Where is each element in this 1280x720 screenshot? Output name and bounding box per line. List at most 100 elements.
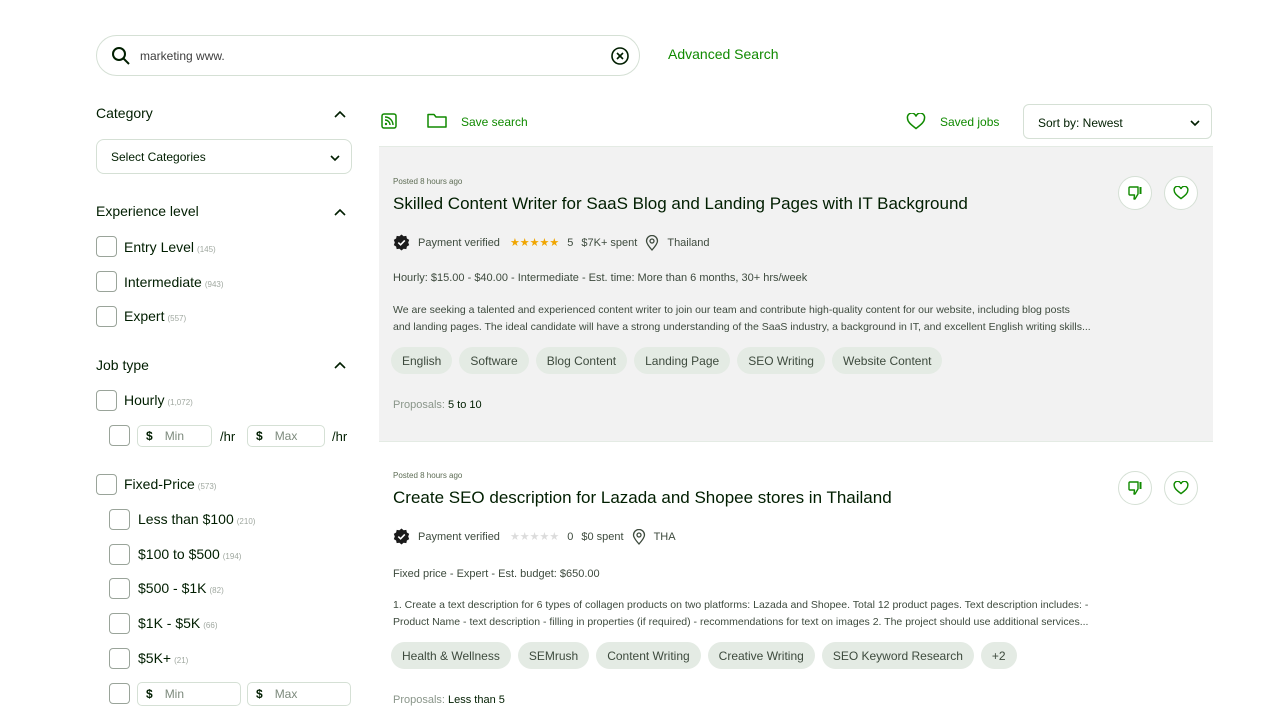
option-label: Entry Level [124,239,195,255]
option-count: (210) [236,517,256,526]
save-job-button[interactable] [1164,176,1198,210]
option-label: $100 to $500 [138,546,220,562]
category-select-label: Select Categories [111,150,206,164]
chevron-up-icon[interactable] [333,108,347,122]
fixed-range-option: $5K+ (21) [138,650,188,666]
per-hour-label: /hr [220,429,236,444]
category-select[interactable]: Select Categories [96,139,352,174]
folder-icon[interactable] [427,113,447,129]
currency-label: $ [256,429,263,443]
thumbs-down-icon [1128,481,1142,495]
more-skills-tag[interactable]: +2 [980,642,1017,669]
fixed-range-option: $500 - $1K (82) [138,580,224,596]
saved-jobs-link[interactable]: Saved jobs [940,115,999,129]
option-label: Intermediate [124,274,202,290]
option-label: $5K+ [138,650,172,666]
client-spent: $7K+ spent [581,236,638,249]
fixed-price-option: Fixed-Price (573) [124,476,216,492]
save-job-button[interactable] [1164,471,1198,505]
advanced-search-link[interactable]: Advanced Search [668,46,779,62]
entry-level-checkbox[interactable] [96,236,117,257]
1k-to-5k-checkbox[interactable] [109,613,130,634]
description-line: We are seeking a talented and experience… [393,304,1070,316]
fixed-range-option: $1K - $5K (66) [138,615,218,631]
fixed-max-input[interactable]: $ Max [247,682,351,706]
proposals-value: 5 to 10 [447,399,482,411]
skill-tag[interactable]: SEMrush [517,642,590,669]
currency-label: $ [256,687,263,701]
hourly-option: Hourly (1,072) [124,392,193,408]
client-location: THA [653,530,676,543]
rating-stars: ★★★★★ [509,531,560,543]
save-search-button[interactable]: Save search [461,115,528,129]
payment-verified-label: Payment verified [418,530,500,543]
job-description[interactable]: 1. Create a text description for 6 types… [393,597,1199,631]
option-label: Hourly [124,392,165,408]
search-input[interactable]: marketing www. [140,49,639,63]
5k-plus-checkbox[interactable] [109,648,130,669]
entry-level-option: Entry Level (145) [124,239,216,255]
option-count: (1,072) [167,398,193,407]
chevron-up-icon[interactable] [333,359,347,373]
expert-option: Expert (557) [124,308,186,324]
job-card[interactable]: Posted 8 hours ago Create SEO descriptio… [379,443,1213,720]
fixed-min-input[interactable]: $ Min [137,682,241,706]
option-count: (21) [174,656,189,665]
100-to-500-checkbox[interactable] [109,544,130,565]
skill-tag[interactable]: Website Content [831,347,943,374]
skill-tag[interactable]: Landing Page [634,347,731,374]
skill-tag[interactable]: Health & Wellness [391,642,511,669]
hourly-max-input[interactable]: $ Max [247,425,325,447]
chevron-down-icon [1190,120,1200,127]
option-count: (194) [222,552,242,561]
expert-checkbox[interactable] [96,306,117,327]
option-count: (145) [197,245,216,254]
skill-tag[interactable]: Creative Writing [707,642,815,669]
category-heading: Category [96,105,153,121]
client-location: Thailand [667,236,710,249]
chevron-up-icon[interactable] [333,206,347,220]
option-count: (943) [204,280,224,289]
clear-search-icon[interactable] [610,46,630,66]
hourly-checkbox[interactable] [96,390,117,411]
option-label: Less than $100 [138,511,234,527]
skill-tag[interactable]: Software [459,347,529,374]
proposals-count: Proposals: Less than 5 [393,694,505,706]
job-description[interactable]: We are seeking a talented and experience… [393,302,1199,336]
500-to-1k-checkbox[interactable] [109,578,130,599]
description-line: Product Name - text description - fillin… [393,616,1089,628]
job-title[interactable]: Create SEO description for Lazada and Sh… [393,488,892,508]
description-line: 1. Create a text description for 6 types… [393,599,1089,611]
skill-tag[interactable]: SEO Keyword Research [821,642,974,669]
heart-icon[interactable] [906,113,926,130]
less-than-100-checkbox[interactable] [109,509,130,530]
option-count: (573) [197,482,217,491]
currency-label: $ [146,687,153,701]
rss-icon[interactable] [381,113,397,129]
hourly-rate-checkbox[interactable] [109,425,130,446]
max-placeholder: Max [274,687,298,701]
option-label: $1K - $5K [138,615,201,631]
skill-tag[interactable]: English [391,347,453,374]
dislike-button[interactable] [1118,471,1152,505]
sort-dropdown[interactable]: Sort by: Newest [1023,104,1212,139]
verified-badge-icon [393,234,410,251]
dislike-button[interactable] [1118,176,1152,210]
search-bar[interactable]: marketing www. [96,35,640,76]
location-pin-icon [632,528,645,545]
skill-tag[interactable]: Content Writing [596,642,701,669]
max-placeholder: Max [274,429,298,443]
option-label: $500 - $1K [138,580,207,596]
skill-tag[interactable]: SEO Writing [737,347,825,374]
job-card[interactable]: Posted 8 hours ago Skilled Content Write… [379,146,1213,442]
intermediate-checkbox[interactable] [96,271,117,292]
intermediate-option: Intermediate (943) [124,274,224,290]
skill-tag[interactable]: Blog Content [535,347,628,374]
fixed-price-checkbox[interactable] [96,474,117,495]
job-title[interactable]: Skilled Content Writer for SaaS Blog and… [393,194,968,214]
fixed-custom-range-checkbox[interactable] [109,683,130,704]
proposals-label: Proposals: [393,694,445,706]
currency-label: $ [146,429,153,443]
hourly-min-input[interactable]: $ Min [137,425,212,447]
per-hour-label: /hr [332,429,348,444]
